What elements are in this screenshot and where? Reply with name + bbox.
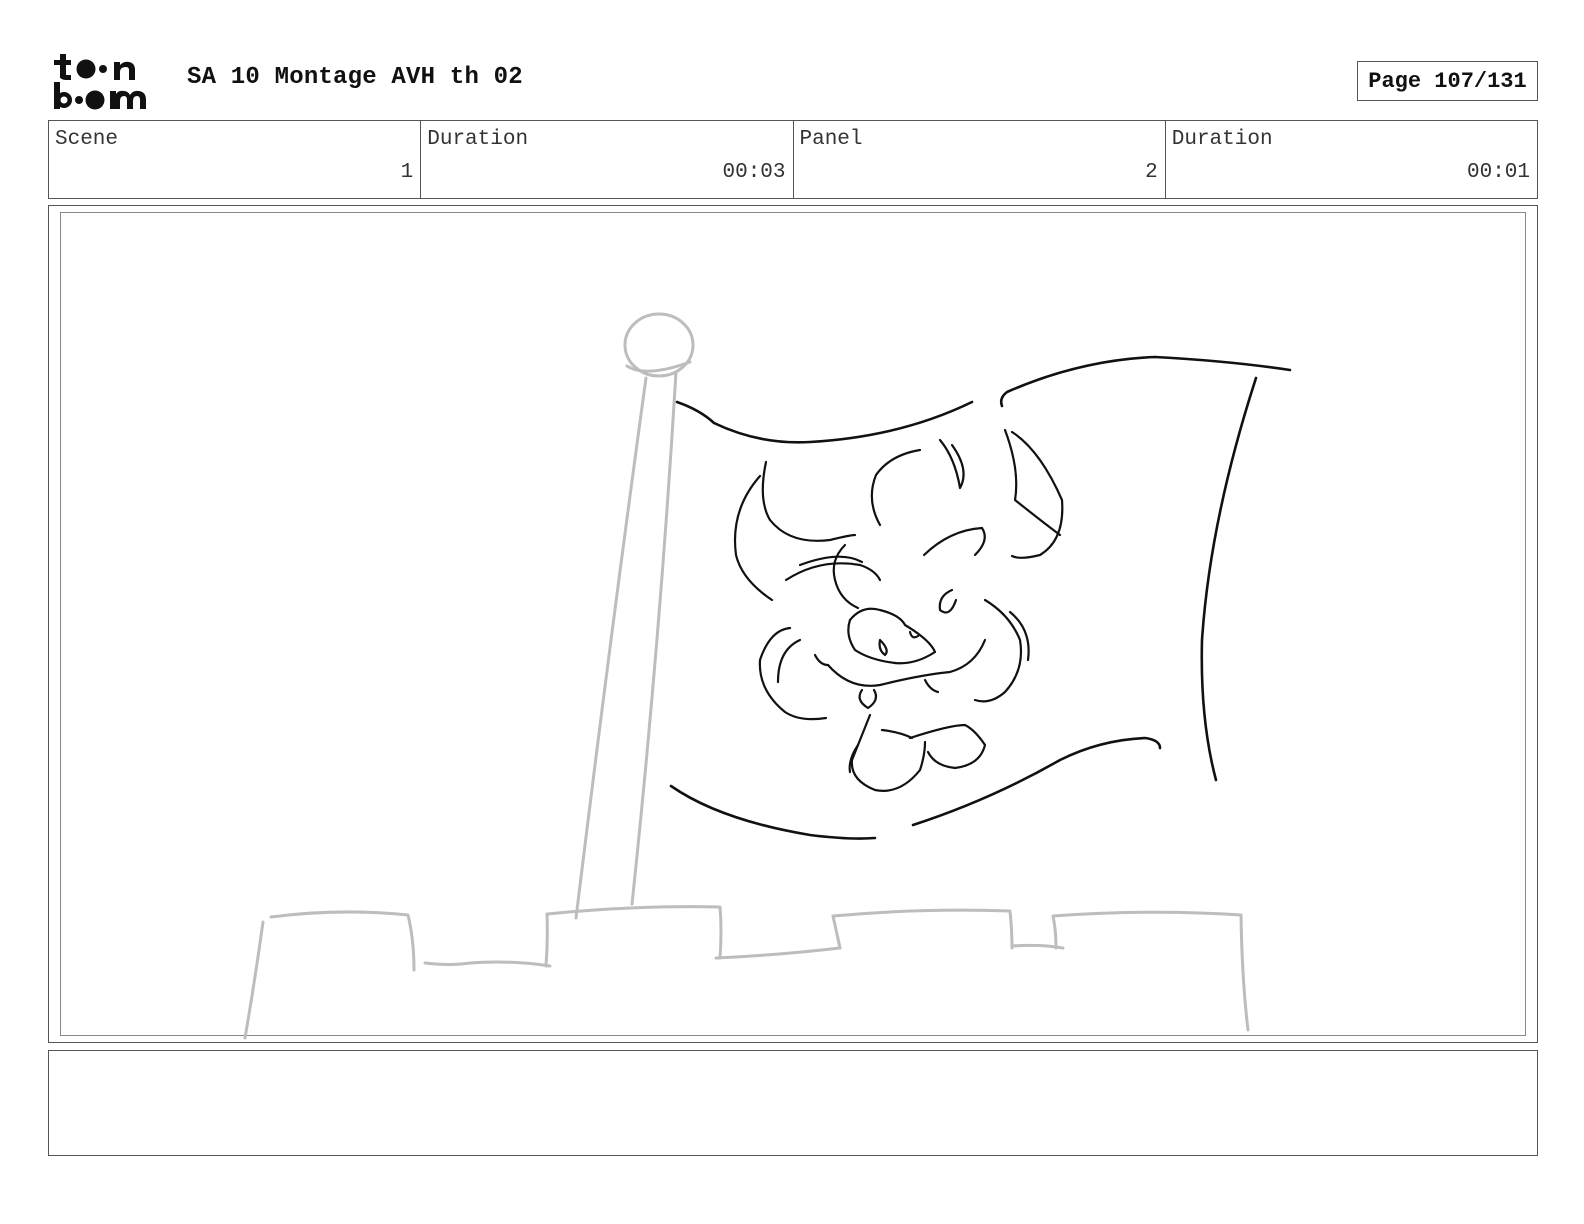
panel-image-area	[60, 212, 1526, 1036]
panel-duration-label: Duration	[1171, 128, 1273, 151]
scene-info-row: Scene 1 Duration 00:03 Panel 2 Duration …	[48, 120, 1538, 199]
panel-duration-value: 00:01	[1466, 161, 1530, 184]
panel-duration-cell: Duration 00:01	[1166, 121, 1537, 198]
scene-cell: Scene 1	[49, 121, 422, 198]
scene-duration-label: Duration	[427, 128, 529, 151]
scene-duration-cell: Duration 00:03	[421, 121, 794, 198]
page-indicator: Page 107/131	[1357, 61, 1538, 101]
panel-value: 2	[1145, 161, 1158, 184]
panel-notes-box	[48, 1050, 1538, 1156]
scene-duration-value: 00:03	[722, 161, 786, 184]
panel-label: Panel	[799, 128, 863, 151]
panel-cell: Panel 2	[794, 121, 1166, 198]
scene-label: Scene	[55, 128, 119, 151]
toon-boom-logo	[54, 54, 146, 110]
scene-value: 1	[400, 161, 414, 184]
document-title: SA 10 Montage AVH th 02	[187, 64, 523, 91]
